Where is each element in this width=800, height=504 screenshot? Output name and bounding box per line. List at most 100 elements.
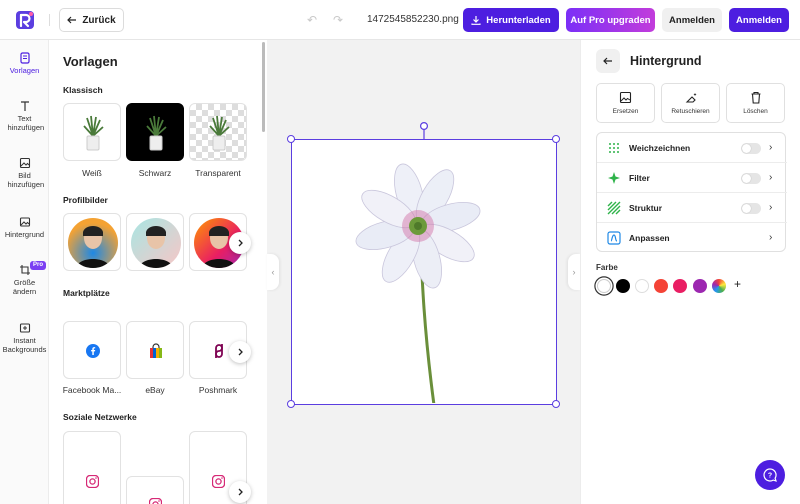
template-instagram-2[interactable] — [126, 476, 184, 504]
option-label: Filter — [629, 173, 650, 183]
image-icon — [19, 157, 30, 169]
collapse-left-panel-button[interactable]: ‹ — [267, 254, 279, 290]
section-title: Marktplätze — [63, 288, 110, 298]
pro-badge: Pro — [30, 261, 47, 270]
template-transparent[interactable] — [189, 103, 247, 161]
rail-item-templates[interactable]: Vorlagen — [0, 52, 49, 76]
instagram-icon — [149, 498, 162, 504]
texture-toggle[interactable] — [741, 203, 761, 214]
profile-thumbnail — [68, 218, 118, 268]
rail-item-instant-backgrounds[interactable]: Instant Backgrounds — [0, 322, 49, 354]
color-swatch-white-selected[interactable] — [597, 279, 611, 293]
carousel-next-button[interactable] — [229, 232, 251, 254]
upgrade-pro-button[interactable]: Auf Pro upgraden — [566, 8, 655, 32]
panel-title: Vorlagen — [63, 54, 118, 69]
templates-panel: Vorlagen Klassisch Weiß Schwarz Transpar… — [49, 40, 267, 504]
panel-scrollbar[interactable] — [262, 42, 265, 132]
chevron-right-icon: › — [769, 202, 773, 213]
option-label: Struktur — [629, 203, 663, 213]
template-label: Weiß — [82, 168, 102, 178]
add-color-icon[interactable]: + — [734, 277, 741, 291]
resize-handle-top-left[interactable] — [287, 135, 295, 143]
left-toolbar: Vorlagen Text hinzufügen Bild hinzufügen… — [0, 40, 49, 504]
chevron-right-icon: › — [572, 267, 576, 277]
option-texture[interactable]: Struktur › — [597, 193, 787, 223]
app-logo-icon[interactable] — [14, 9, 36, 31]
signup-button[interactable]: Anmelden — [729, 8, 789, 32]
blur-toggle[interactable] — [741, 143, 761, 154]
chevron-right-icon — [238, 239, 243, 247]
person-icon — [76, 226, 110, 268]
tool-label: Löschen — [743, 108, 768, 115]
resize-handle-bottom-right[interactable] — [552, 400, 560, 408]
template-black[interactable] — [126, 103, 184, 161]
option-filter[interactable]: Filter › — [597, 163, 787, 193]
resize-handle-bottom-left[interactable] — [287, 400, 295, 408]
replace-button[interactable]: Ersetzen — [596, 83, 655, 123]
delete-button[interactable]: Löschen — [726, 83, 785, 123]
chevron-right-icon: › — [769, 142, 773, 153]
chevron-right-icon: › — [769, 172, 773, 183]
plant-thumbnail — [146, 115, 167, 151]
tool-label: Retuschieren — [671, 108, 710, 115]
artboard[interactable] — [291, 139, 557, 406]
text-icon — [20, 101, 29, 111]
back-button[interactable]: Zurück — [59, 8, 124, 32]
option-adjust[interactable]: Anpassen › — [597, 223, 787, 253]
color-swatch-purple[interactable] — [693, 279, 707, 293]
ebay-bag-icon — [150, 343, 162, 358]
panel-title: Hintergrund — [630, 54, 702, 68]
template-label: Poshmark — [198, 385, 238, 395]
profile-thumbnail — [131, 218, 181, 268]
redo-icon[interactable]: ↷ — [333, 13, 343, 27]
color-label: Farbe — [596, 263, 618, 272]
section-title: Profilbilder — [63, 195, 108, 205]
template-instagram-1[interactable] — [63, 431, 121, 504]
color-swatch-white[interactable] — [635, 279, 649, 293]
rail-label: Größe ändern — [12, 278, 37, 296]
rail-item-background[interactable]: Hintergrund — [0, 216, 49, 240]
file-name: 1472545852230.png — [367, 14, 459, 25]
rail-item-text[interactable]: Text hinzufügen — [0, 100, 49, 132]
rail-label: Vorlagen — [9, 66, 40, 75]
carousel-next-button[interactable] — [229, 341, 251, 363]
rail-item-image[interactable]: Bild hinzufügen — [0, 157, 49, 189]
filter-toggle[interactable] — [741, 173, 761, 184]
option-blur[interactable]: Weichzeichnen › — [597, 133, 787, 163]
resize-handle-top-right[interactable] — [552, 135, 560, 143]
template-profile-2[interactable] — [126, 213, 184, 271]
rail-item-resize[interactable]: Pro Größe ändern — [0, 261, 49, 296]
back-label: Zurück — [82, 14, 116, 26]
template-label: Facebook Ma... — [62, 385, 122, 395]
image-icon — [619, 91, 632, 104]
trash-icon — [751, 91, 760, 104]
retouch-button[interactable]: Retuschieren — [661, 83, 720, 123]
templates-icon — [19, 52, 30, 64]
template-white[interactable] — [63, 103, 121, 161]
instagram-icon — [86, 475, 99, 488]
plant-thumbnail — [83, 115, 104, 151]
help-chat-button[interactable]: ? — [755, 460, 785, 490]
blur-dots-icon — [609, 143, 619, 153]
template-facebook-marketplace[interactable] — [63, 321, 121, 379]
carousel-next-button[interactable] — [229, 481, 251, 503]
download-button[interactable]: Herunterladen — [463, 8, 559, 32]
login-button[interactable]: Anmelden — [662, 8, 722, 32]
template-profile-1[interactable] — [63, 213, 121, 271]
color-swatch-red[interactable] — [654, 279, 668, 293]
template-ebay[interactable] — [126, 321, 184, 379]
chevron-left-icon: ‹ — [271, 267, 275, 277]
color-swatch-black[interactable] — [616, 279, 630, 293]
flower-image — [355, 163, 481, 406]
poshmark-icon — [215, 344, 223, 358]
instagram-icon — [212, 475, 225, 488]
collapse-right-panel-button[interactable]: › — [568, 254, 580, 290]
panel-back-button[interactable] — [596, 49, 620, 73]
undo-icon[interactable]: ↶ — [307, 13, 317, 27]
chevron-right-icon: › — [769, 232, 773, 243]
color-swatch-pink[interactable] — [673, 279, 687, 293]
rail-label: Hintergrund — [4, 230, 45, 239]
background-options-list: Weichzeichnen › Filter › Struktur › Anpa… — [596, 132, 787, 253]
download-icon — [471, 16, 481, 25]
color-picker-multicolor[interactable] — [712, 279, 726, 293]
